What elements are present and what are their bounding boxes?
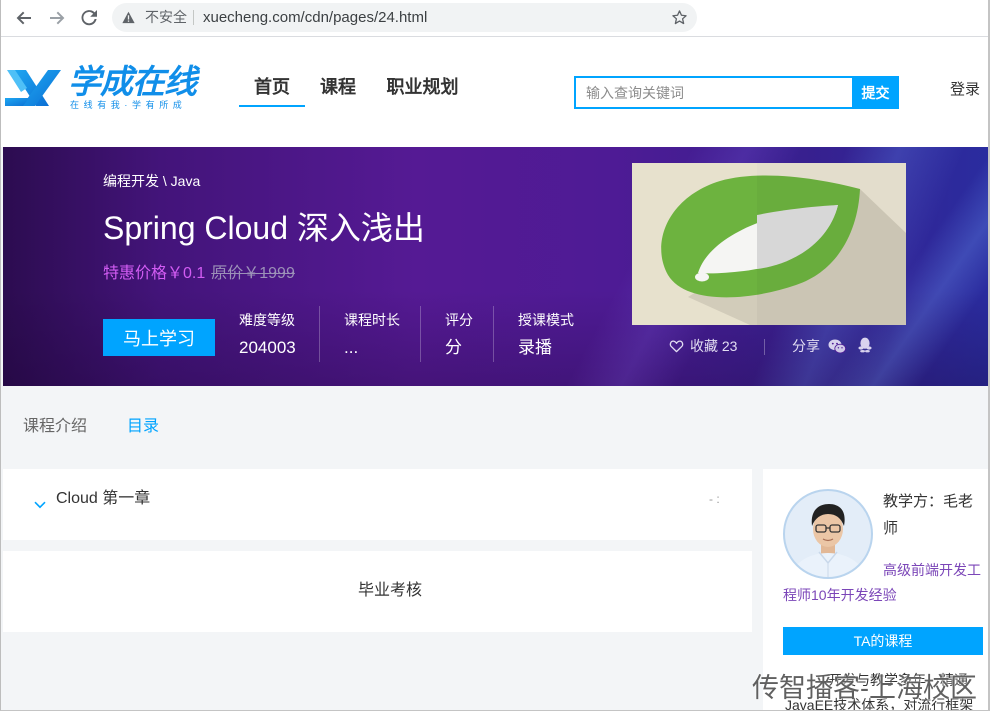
course-title: Spring Cloud 深入浅出 — [103, 210, 425, 246]
site-header: 学成在线 在线有我·学有所成 首页 课程 职业规划 提交 登录 — [0, 37, 990, 147]
wechat-icon[interactable] — [828, 339, 846, 359]
nav-item-courses[interactable]: 课程 — [316, 75, 360, 99]
chevron-down-icon — [34, 496, 46, 514]
course-banner: 编程开发 \ Java Spring Cloud 深入浅出 特惠价格￥0.1 原价… — [3, 147, 988, 386]
stat-label: 授课模式 — [518, 312, 574, 328]
omnibox-separator — [193, 10, 194, 25]
favorite-count: 23 — [721, 338, 738, 354]
login-link[interactable]: 登录 — [950, 81, 980, 99]
star-icon[interactable] — [672, 10, 687, 25]
stat-value: 分 — [445, 338, 462, 357]
search-input[interactable] — [574, 76, 852, 109]
teacher-bio-line: 开发与教学多年，精通 — [828, 672, 968, 688]
breadcrumb[interactable]: 编程开发 \ Java — [103, 172, 200, 190]
stat-label: 评分 — [445, 312, 473, 328]
search-submit-button[interactable]: 提交 — [852, 76, 899, 109]
logo-slogan: 在线有我·学有所成 — [70, 100, 187, 110]
teacher-name: 教学方：毛老师 — [883, 493, 974, 537]
stat-divider — [420, 306, 421, 362]
logo-text[interactable]: 学成在线 — [68, 63, 197, 101]
teacher-courses-button[interactable]: TA的课程 — [783, 627, 983, 655]
logo-mark-icon[interactable] — [5, 68, 63, 113]
favorite-label: 收藏 — [690, 338, 718, 354]
stat-teaching-mode: 授课模式 录播 — [518, 311, 574, 359]
tab-course-intro[interactable]: 课程介绍 — [23, 417, 87, 437]
stat-value: 录播 — [518, 338, 552, 357]
favorite-button[interactable]: 收藏 23 — [690, 337, 737, 355]
stat-value: ... — [344, 338, 359, 357]
chapter-row[interactable]: Cloud 第一章 - : — [3, 469, 752, 540]
qq-icon[interactable] — [858, 337, 872, 358]
stat-label: 难度等级 — [239, 312, 295, 328]
final-exam-title: 毕业考核 — [358, 582, 423, 599]
chapter-meta: - : — [709, 492, 720, 506]
back-arrow-icon[interactable] — [16, 10, 32, 26]
forward-arrow-icon[interactable] — [49, 10, 65, 26]
promo-price: 特惠价格￥0.1 — [103, 265, 206, 282]
tab-catalog[interactable]: 目录 — [127, 417, 159, 437]
original-price: 原价￥1999 — [211, 265, 295, 282]
stat-rating: 评分 分 — [445, 311, 473, 359]
course-cover-image — [632, 163, 906, 325]
heart-icon[interactable] — [669, 339, 684, 358]
stat-difficulty: 难度等级 204003 — [239, 311, 296, 359]
share-label: 分享 — [792, 338, 820, 354]
chapter-title: Cloud 第一章 — [56, 490, 151, 507]
nav-item-home[interactable]: 首页 — [239, 75, 305, 99]
stat-divider — [493, 306, 494, 362]
teacher-intro: 高级前端开发工程师10年开发经验 — [783, 562, 981, 603]
stat-divider — [319, 306, 320, 362]
address-bar[interactable]: 不安全 xuecheng.com/cdn/pages/24.html — [112, 3, 697, 32]
security-label[interactable]: 不安全 — [145, 3, 187, 32]
start-learning-button[interactable]: 马上学习 — [103, 319, 215, 356]
price-line: 特惠价格￥0.1 原价￥1999 — [103, 264, 295, 284]
nav-item-career[interactable]: 职业规划 — [385, 75, 460, 99]
url-text[interactable]: xuecheng.com/cdn/pages/24.html — [203, 3, 427, 32]
final-exam-row[interactable]: 毕业考核 — [3, 551, 752, 632]
nav-active-indicator — [239, 105, 305, 107]
stat-duration: 课程时长 ... — [344, 311, 400, 359]
stat-value: 204003 — [239, 338, 296, 357]
reload-icon[interactable] — [81, 10, 97, 26]
action-divider — [764, 339, 765, 355]
warning-icon[interactable] — [122, 11, 135, 24]
stat-label: 课程时长 — [344, 312, 400, 328]
teacher-card: 教学方：毛老师 高级前端开发工程师10年开发经验 TA的课程 开发与教学多年，精… — [763, 469, 988, 711]
browser-viewport: 不安全 xuecheng.com/cdn/pages/24.html 学成在线 … — [0, 0, 990, 711]
browser-toolbar: 不安全 xuecheng.com/cdn/pages/24.html — [0, 0, 990, 37]
teacher-bio-line: JavaEE技术体系，对流行框架 — [785, 697, 974, 711]
